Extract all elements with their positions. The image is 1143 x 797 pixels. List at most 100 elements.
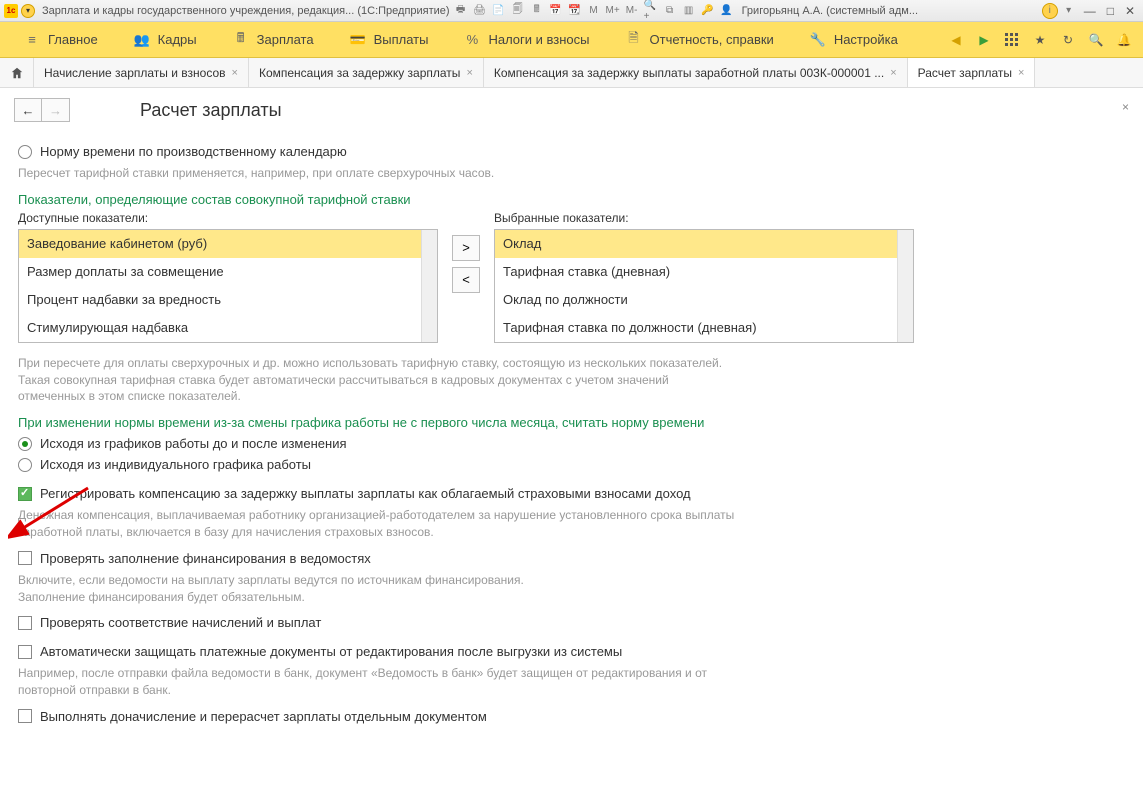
check-financing[interactable]: Проверять заполнение финансирования в ве… <box>18 551 1125 566</box>
doc-icon[interactable]: 📄 <box>491 3 507 19</box>
hint-compensation: Денежная компенсация, выплачиваемая рабо… <box>18 507 738 541</box>
radio-icon[interactable] <box>18 145 32 159</box>
minimize-button[interactable]: — <box>1080 4 1100 18</box>
radio-label: Исходя из индивидуального графика работы <box>40 457 311 472</box>
list-item[interactable]: Заведование кабинетом (руб) <box>19 230 437 258</box>
radio-icon[interactable] <box>18 437 32 451</box>
key-icon[interactable]: 🔑 <box>700 3 716 19</box>
selected-listbox[interactable]: Оклад Тарифная ставка (дневная) Оклад по… <box>494 229 914 343</box>
available-listbox[interactable]: Заведование кабинетом (руб) Размер допла… <box>18 229 438 343</box>
menu-salary[interactable]: 🖩Зарплата <box>219 26 328 54</box>
scrollbar[interactable] <box>421 230 437 342</box>
close-icon[interactable]: × <box>890 67 896 79</box>
list-item[interactable]: Процент надбавки за вредность <box>19 286 437 314</box>
list-item[interactable]: Тарифная ставка по должности (дневная) <box>495 314 913 342</box>
menu-payments[interactable]: 💳Выплаты <box>336 26 443 54</box>
user-icon[interactable]: 👤 <box>719 3 735 19</box>
calendar-icon[interactable]: 📅 <box>548 3 564 19</box>
check-label: Проверять заполнение финансирования в ве… <box>40 551 371 566</box>
date-icon[interactable]: 📆 <box>567 3 583 19</box>
check-label: Регистрировать компенсацию за задержку в… <box>40 486 691 501</box>
windows-icon[interactable]: ▥ <box>681 3 697 19</box>
tab-accruals[interactable]: Начисление зарплаты и взносов× <box>34 58 249 87</box>
check-label: Проверять соответствие начислений и выпл… <box>40 615 321 630</box>
close-icon[interactable]: × <box>466 67 472 79</box>
checkbox-icon[interactable] <box>18 551 32 565</box>
expand-right-icon[interactable]: ▶ <box>975 31 993 49</box>
tab-compensation-doc[interactable]: Компенсация за задержку выплаты заработн… <box>484 58 908 87</box>
bell-icon[interactable]: 🔔 <box>1115 31 1133 49</box>
hint-financing: Включите, если ведомости на выплату зарп… <box>18 572 738 606</box>
nav-back-button[interactable]: ← <box>14 98 42 122</box>
m-plus-icon[interactable]: M+ <box>605 3 621 19</box>
radio-label: Норму времени по производственному кален… <box>40 144 347 159</box>
menu-settings-label: Настройка <box>834 32 898 47</box>
close-icon[interactable]: × <box>1018 67 1024 79</box>
check-compensation[interactable]: Регистрировать компенсацию за задержку в… <box>18 486 1125 501</box>
info-icon[interactable]: i <box>1042 3 1058 19</box>
tab-compensation[interactable]: Компенсация за задержку зарплаты× <box>249 58 484 87</box>
app-dropdown-icon[interactable]: ▾ <box>21 4 35 18</box>
home-tab[interactable] <box>0 58 34 87</box>
menu-taxes[interactable]: % Налоги и взносы <box>450 26 603 54</box>
app-title: Зарплата и кадры государственного учрежд… <box>42 5 450 17</box>
section-norm-change: При изменении нормы времени из-за смены … <box>18 415 1125 430</box>
calc-icon[interactable]: 🖩 <box>529 3 545 19</box>
radio-icon[interactable] <box>18 458 32 472</box>
tabbar: Начисление зарплаты и взносов× Компенсац… <box>0 58 1143 88</box>
radio-norm-calendar[interactable]: Норму времени по производственному кален… <box>18 144 1125 159</box>
check-protect[interactable]: Автоматически защищать платежные докумен… <box>18 644 1125 659</box>
tab-salary-calc[interactable]: Расчет зарплаты× <box>908 58 1036 87</box>
zoom-in-icon[interactable]: 🔍+ <box>643 3 659 19</box>
checkbox-icon[interactable] <box>18 616 32 630</box>
menu-main[interactable]: ≡Главное <box>10 26 112 54</box>
menu-main-label: Главное <box>48 32 98 47</box>
tab-label: Компенсация за задержку выплаты заработн… <box>494 66 884 80</box>
check-recalc[interactable]: Выполнять доначисление и перерасчет зарп… <box>18 709 1125 724</box>
close-button[interactable]: ✕ <box>1121 4 1139 18</box>
print-preview-icon[interactable]: 🖶 <box>453 3 469 19</box>
move-right-button[interactable]: > <box>452 235 480 261</box>
search-icon[interactable]: 🔍 <box>1087 31 1105 49</box>
history-icon[interactable]: ↻ <box>1059 31 1077 49</box>
maximize-button[interactable]: □ <box>1103 4 1118 18</box>
check-label: Автоматически защищать платежные докумен… <box>40 644 622 659</box>
menu-salary-label: Зарплата <box>257 32 314 47</box>
checkbox-icon[interactable] <box>18 645 32 659</box>
list-item[interactable]: Оклад <box>495 230 913 258</box>
star-icon[interactable]: ★ <box>1031 31 1049 49</box>
menu-settings[interactable]: 🔧Настройка <box>796 26 912 54</box>
list-item[interactable]: Оклад по должности <box>495 286 913 314</box>
titlebar: 1c ▾ Зарплата и кадры государственного у… <box>0 0 1143 22</box>
m-minus-icon[interactable]: M- <box>624 3 640 19</box>
list-item[interactable]: Размер доплаты за совмещение <box>19 258 437 286</box>
move-left-button[interactable]: < <box>452 267 480 293</box>
selected-label: Выбранные показатели: <box>494 211 914 225</box>
available-label: Доступные показатели: <box>18 211 438 225</box>
list-item[interactable]: Стимулирующая надбавка <box>19 314 437 342</box>
nav-forward-button[interactable]: → <box>42 98 70 122</box>
checkbox-icon[interactable] <box>18 487 32 501</box>
print-icon[interactable]: 🖨 <box>472 3 488 19</box>
radio-individual[interactable]: Исходя из индивидуального графика работы <box>18 457 1125 472</box>
report-icon: 🗎 <box>626 32 642 48</box>
menu-reports[interactable]: 🗎Отчетность, справки <box>612 26 788 54</box>
close-icon[interactable]: × <box>232 67 238 79</box>
menu-personnel[interactable]: 👥Кадры <box>120 26 211 54</box>
close-page-button[interactable]: × <box>1122 100 1129 114</box>
m-icon[interactable]: M <box>586 3 602 19</box>
info-dd-icon[interactable]: ▾ <box>1061 3 1077 19</box>
check-match[interactable]: Проверять соответствие начислений и выпл… <box>18 615 1125 630</box>
checkbox-icon[interactable] <box>18 709 32 723</box>
user-label[interactable]: Григорьянц А.А. (системный адм... <box>742 5 918 17</box>
collapse-left-icon[interactable]: ◀ <box>947 31 965 49</box>
dual-picker: Доступные показатели: Заведование кабине… <box>18 211 1125 343</box>
scrollbar[interactable] <box>897 230 913 342</box>
apps-icon[interactable] <box>1003 31 1021 49</box>
compare-icon[interactable]: 🗐 <box>510 3 526 19</box>
percent-icon: % <box>464 32 480 48</box>
radio-graphs[interactable]: Исходя из графиков работы до и после изм… <box>18 436 1125 451</box>
list-item[interactable]: Тарифная ставка (дневная) <box>495 258 913 286</box>
menu-taxes-label: Налоги и взносы <box>488 32 589 47</box>
copy-icon[interactable]: ⧉ <box>662 3 678 19</box>
